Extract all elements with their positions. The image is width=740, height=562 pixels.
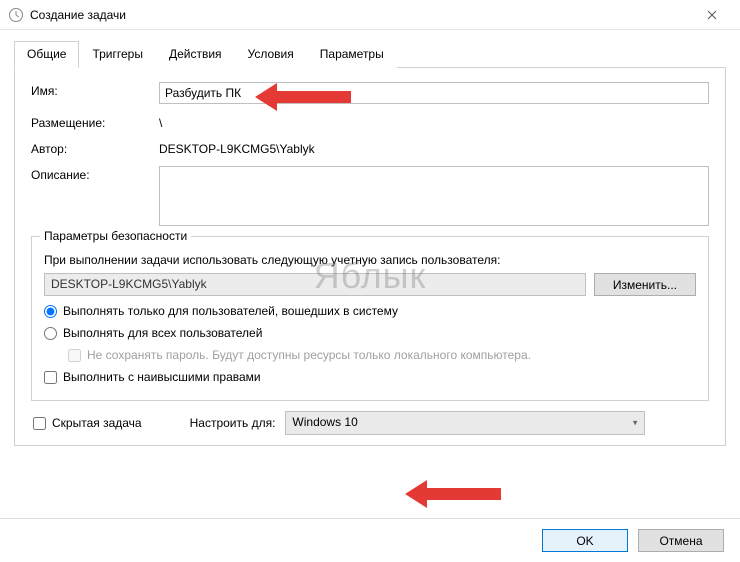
- name-input[interactable]: [159, 82, 709, 104]
- location-value: \: [159, 114, 162, 130]
- hidden-task-checkbox[interactable]: [33, 417, 46, 430]
- annotation-arrow-icon: [405, 474, 505, 514]
- configure-for-label: Настроить для:: [190, 416, 276, 430]
- security-group-title: Параметры безопасности: [40, 229, 191, 243]
- security-group: Параметры безопасности При выполнении за…: [31, 236, 709, 401]
- tab-label: Общие: [27, 47, 66, 61]
- clock-icon: [8, 7, 24, 23]
- hidden-task-label: Скрытая задача: [52, 416, 142, 430]
- cancel-button[interactable]: Отмена: [638, 529, 724, 552]
- tab-strip: Общие Триггеры Действия Условия Параметр…: [14, 40, 726, 68]
- tab-body-general: Имя: Размещение: \ Автор: DESKTOP-L9KCMG…: [14, 68, 726, 446]
- security-desc: При выполнении задачи использовать следу…: [44, 253, 696, 267]
- change-user-button[interactable]: Изменить...: [594, 273, 696, 296]
- close-button[interactable]: [692, 1, 732, 29]
- description-label: Описание:: [31, 166, 159, 182]
- tab-label: Действия: [169, 47, 222, 61]
- titlebar: Создание задачи: [0, 0, 740, 30]
- radio-logged-on-label: Выполнять только для пользователей, воше…: [63, 304, 398, 318]
- ok-button[interactable]: OK: [542, 529, 628, 552]
- radio-all-users[interactable]: [44, 327, 57, 340]
- highest-privileges-checkbox[interactable]: [44, 371, 57, 384]
- no-store-password-checkbox: [68, 349, 81, 362]
- name-label: Имя:: [31, 82, 159, 98]
- radio-all-users-label: Выполнять для всех пользователей: [63, 326, 262, 340]
- author-label: Автор:: [31, 140, 159, 156]
- radio-logged-on[interactable]: [44, 305, 57, 318]
- account-field: DESKTOP-L9KCMG5\Yablyk: [44, 273, 586, 296]
- dialog-footer: OK Отмена: [0, 518, 740, 562]
- window-title: Создание задачи: [30, 8, 126, 22]
- tab-actions[interactable]: Действия: [156, 41, 235, 68]
- tab-label: Условия: [248, 47, 294, 61]
- tab-triggers[interactable]: Триггеры: [79, 41, 156, 68]
- close-icon: [707, 10, 717, 20]
- tab-label: Параметры: [320, 47, 384, 61]
- configure-for-select[interactable]: Windows 10: [285, 411, 645, 435]
- author-value: DESKTOP-L9KCMG5\Yablyk: [159, 140, 315, 156]
- no-store-password-label: Не сохранять пароль. Будут доступны ресу…: [87, 348, 531, 362]
- tab-general[interactable]: Общие: [14, 41, 79, 68]
- location-label: Размещение:: [31, 114, 159, 130]
- description-input[interactable]: [159, 166, 709, 226]
- tab-settings[interactable]: Параметры: [307, 41, 397, 68]
- highest-privileges-label: Выполнить с наивысшими правами: [63, 370, 261, 384]
- tab-conditions[interactable]: Условия: [235, 41, 307, 68]
- configure-for-value: Windows 10: [292, 415, 357, 429]
- tab-label: Триггеры: [92, 47, 143, 61]
